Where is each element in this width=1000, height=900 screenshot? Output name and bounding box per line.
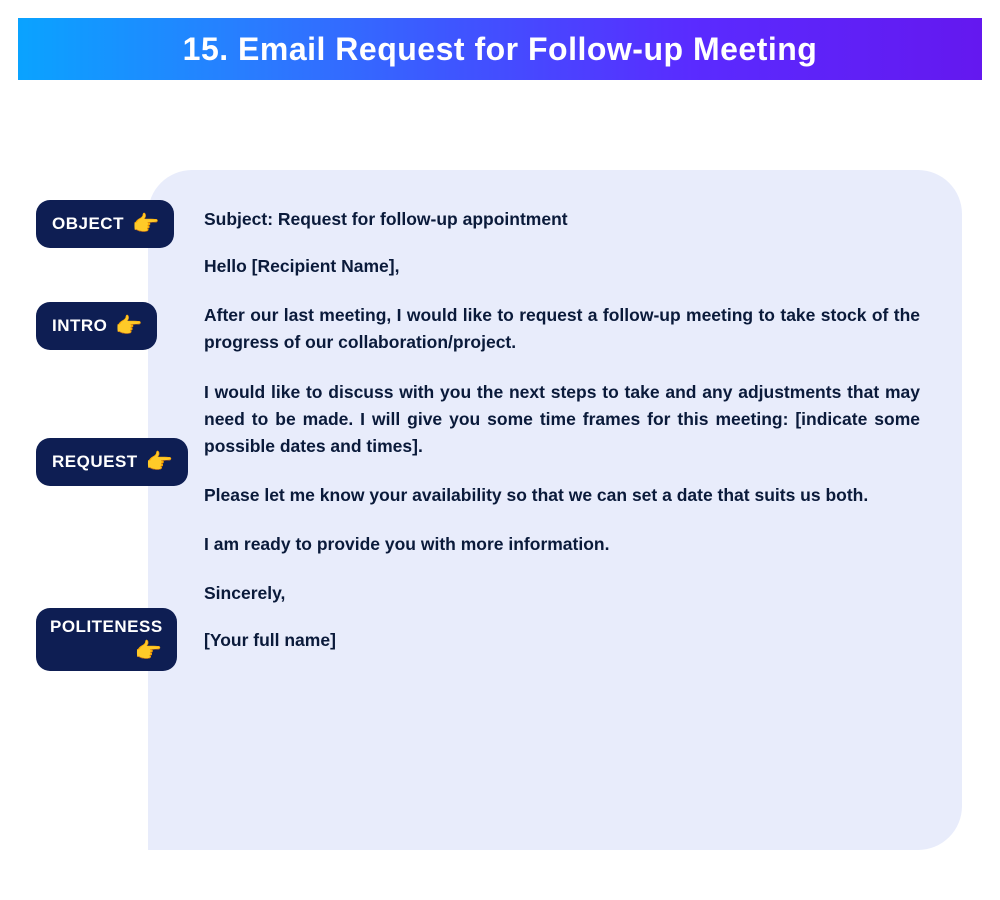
email-greeting: Hello [Recipient Name], xyxy=(204,253,920,280)
content-stage: Subject: Request for follow-up appointme… xyxy=(18,170,982,850)
pointing-hand-icon: 👉 xyxy=(135,639,163,663)
email-signature: [Your full name] xyxy=(204,627,920,654)
label-object-text: OBJECT xyxy=(52,215,124,234)
email-request-3: I am ready to provide you with more info… xyxy=(204,531,920,558)
email-request-2: Please let me know your availability so … xyxy=(204,482,920,509)
pointing-hand-icon: 👉 xyxy=(115,314,143,338)
email-intro: After our last meeting, I would like to … xyxy=(204,302,920,356)
email-signoff: Sincerely, xyxy=(204,580,920,607)
label-politeness-text: POLITENESS xyxy=(50,618,163,637)
label-object: OBJECT 👉 xyxy=(36,200,174,248)
label-request-text: REQUEST xyxy=(52,453,138,472)
label-politeness: POLITENESS 👉 xyxy=(36,608,177,671)
label-intro-text: INTRO xyxy=(52,317,107,336)
page-title-text: 15. Email Request for Follow-up Meeting xyxy=(183,31,818,68)
pointing-hand-icon: 👉 xyxy=(146,450,174,474)
pointing-hand-icon: 👉 xyxy=(132,212,160,236)
label-request: REQUEST 👉 xyxy=(36,438,188,486)
label-intro: INTRO 👉 xyxy=(36,302,157,350)
email-card: Subject: Request for follow-up appointme… xyxy=(148,170,962,850)
page-title: 15. Email Request for Follow-up Meeting xyxy=(18,18,982,80)
email-subject: Subject: Request for follow-up appointme… xyxy=(204,206,920,233)
email-request-1: I would like to discuss with you the nex… xyxy=(204,379,920,460)
